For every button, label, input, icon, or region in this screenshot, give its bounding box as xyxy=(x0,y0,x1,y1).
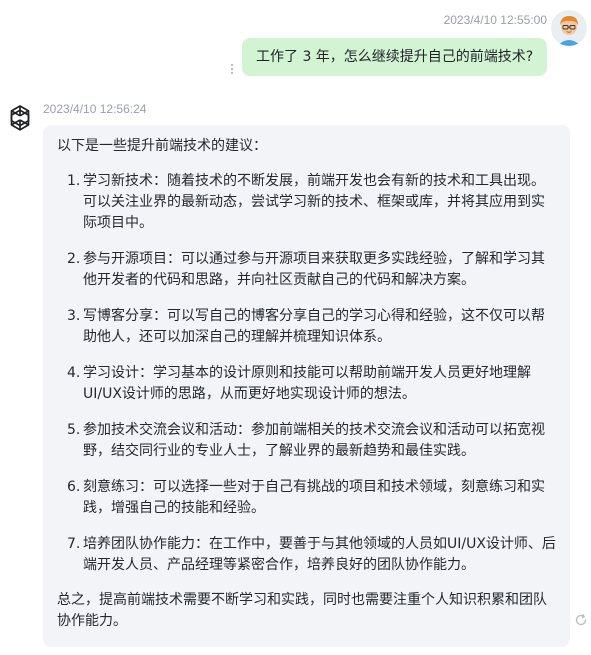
list-item: 4. 学习设计：学习基本的设计原则和技能可以帮助前端开发人员更好地理解UI/UX设… xyxy=(57,363,556,405)
list-item: 1. 学习新技术：随着技术的不断发展，前端开发也会有新的技术和工具出现。可以关注业… xyxy=(57,171,556,234)
list-item-text: 学习新技术：随着技术的不断发展，前端开发也会有新的技术和工具出现。可以关注业界的… xyxy=(83,173,545,231)
list-item-text: 学习设计：学习基本的设计原则和技能可以帮助前端开发人员更好地理解UI/UX设计师… xyxy=(83,365,531,402)
list-item: 2. 参与开源项目：可以通过参与开源项目来获取更多实践经验，了解和学习其他开发者的… xyxy=(57,249,556,291)
list-item-number: 4. xyxy=(67,365,81,381)
user-message-text: 工作了 3 年，怎么继续提升自己的前端技术? xyxy=(256,49,534,65)
list-item: 3. 写博客分享：可以写自己的博客分享自己的学习心得和经验，这不仅可以帮助他人，还… xyxy=(57,306,556,348)
chat-page: 2023/4/10 12:55:00 工作了 3 年，怎么继续提升自己的前端技术… xyxy=(0,0,591,655)
list-item-text: 培养团队协作能力：在工作中，要善于与其他领域的人员如UI/UX设计师、后端开发人… xyxy=(83,536,556,573)
assistant-conclusion-text: 总之，提高前端技术需要不断学习和实践，同时也需要注重个人知识积累和团队协作能力。 xyxy=(57,592,547,629)
list-item-number: 7. xyxy=(67,536,81,552)
assistant-message-bubble: 以下是一些提升前端技术的建议： 1. 学习新技术：随着技术的不断发展，前端开发也会… xyxy=(43,125,570,647)
refresh-icon[interactable] xyxy=(574,612,588,626)
list-item-number: 2. xyxy=(67,251,81,267)
assistant-intro-text: 以下是一些提升前端技术的建议： xyxy=(57,138,267,154)
list-item-text: 刻意练习：可以选择一些对于自己有挑战的项目和技术领域，刻意练习和实践，增强自己的… xyxy=(83,479,545,516)
openai-logo-icon xyxy=(4,102,36,134)
assistant-message-timestamp: 2023/4/10 12:56:24 xyxy=(43,102,147,116)
list-item-text: 参与开源项目：可以通过参与开源项目来获取更多实践经验，了解和学习其他开发者的代码… xyxy=(83,251,545,288)
list-item: 5. 参加技术交流会议和活动：参加前端相关的技术交流会议和活动可以拓宽视野，结交同… xyxy=(57,420,556,462)
more-vertical-icon[interactable] xyxy=(229,62,235,76)
user-avatar-icon xyxy=(551,10,587,46)
user-message-bubble: 工作了 3 年，怎么继续提升自己的前端技术? xyxy=(242,38,547,76)
list-item: 7. 培养团队协作能力：在工作中，要善于与其他领域的人员如UI/UX设计师、后端开… xyxy=(57,534,556,576)
list-item-number: 1. xyxy=(67,173,81,189)
list-item-text: 参加技术交流会议和活动：参加前端相关的技术交流会议和活动可以拓宽视野，结交同行业… xyxy=(83,422,545,459)
list-item-number: 6. xyxy=(67,479,81,495)
list-item-number: 5. xyxy=(67,422,81,438)
list-item: 6. 刻意练习：可以选择一些对于自己有挑战的项目和技术领域，刻意练习和实践，增强自… xyxy=(57,477,556,519)
user-message-timestamp: 2023/4/10 12:55:00 xyxy=(443,13,547,27)
list-item-text: 写博客分享：可以写自己的博客分享自己的学习心得和经验，这不仅可以帮助他人，还可以… xyxy=(83,308,545,345)
list-item-number: 3. xyxy=(67,308,81,324)
suggestion-list: 1. 学习新技术：随着技术的不断发展，前端开发也会有新的技术和工具出现。可以关注业… xyxy=(57,171,556,576)
